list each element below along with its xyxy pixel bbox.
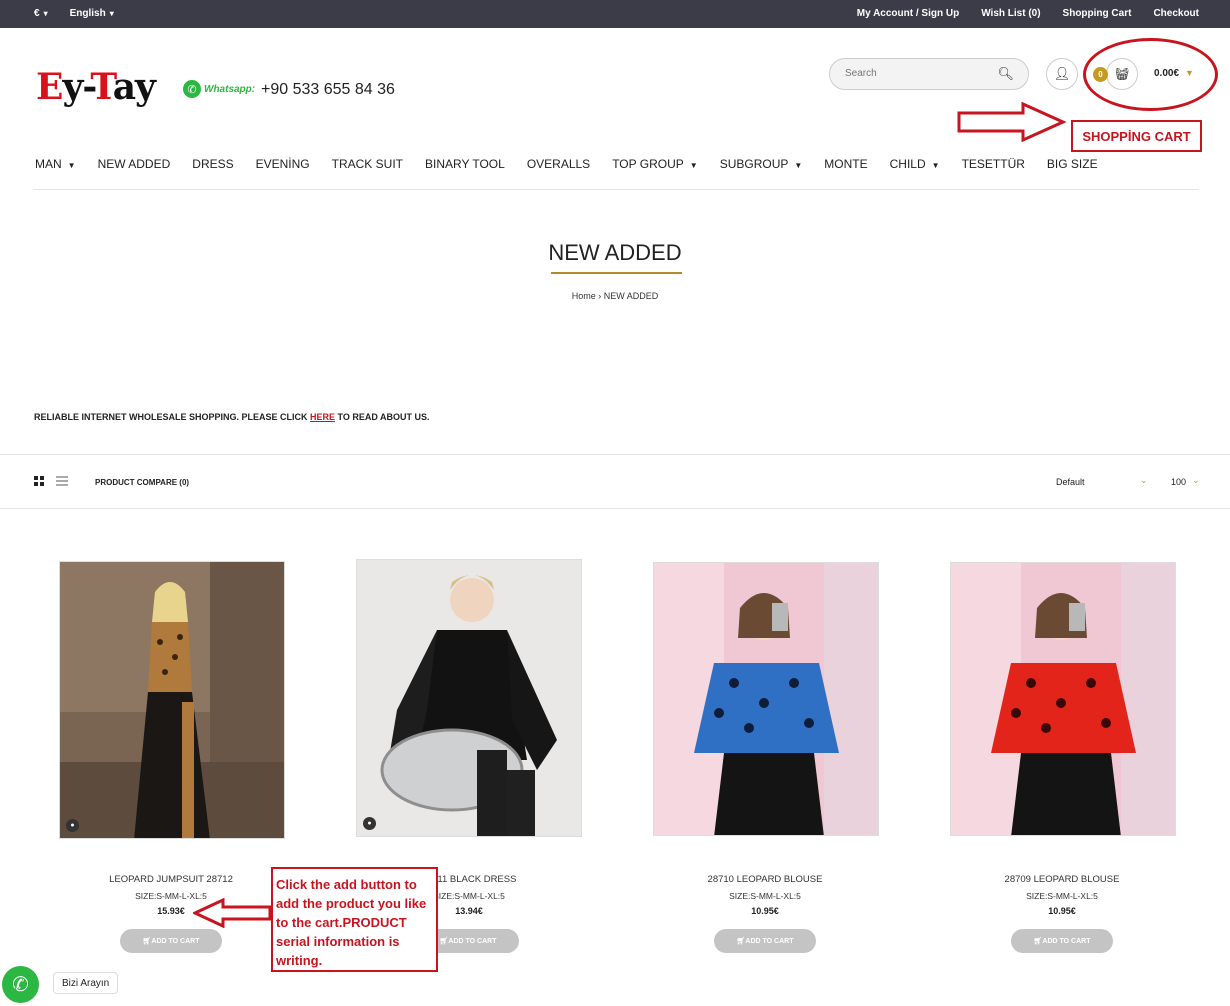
product-image[interactable] (653, 562, 879, 836)
search-box: 🔍︎ (829, 58, 1029, 90)
toolbar-divider-top (0, 454, 1230, 455)
chevron-down-icon: ▾ (43, 9, 48, 18)
wish-list-link[interactable]: Wish List (0) (981, 8, 1040, 19)
nav-item-dress[interactable]: DRESS (192, 157, 233, 171)
annotation-arrow-left (193, 898, 272, 928)
product-name[interactable]: 28709 LEOPARD BLOUSE (949, 874, 1175, 885)
call-us-label[interactable]: Bizi Arayın (53, 972, 119, 994)
product-sizes: SIZE:S-MM-L-XL:5 (1026, 891, 1098, 901)
about-us-link[interactable]: HERE (310, 412, 335, 422)
chevron-down-icon: ▼ (67, 161, 76, 170)
product-image[interactable]: ● (356, 559, 582, 837)
title-underline (551, 272, 682, 274)
annotation-ellipse (1083, 38, 1218, 111)
shopping-cart-link[interactable]: Shopping Cart (1063, 8, 1132, 19)
nav-item-monte[interactable]: MONTE (824, 157, 867, 171)
my-account-link[interactable]: My Account / Sign Up (857, 8, 959, 19)
whatsapp-contact[interactable]: ✆ Whatsapp: (183, 80, 255, 98)
checkout-link[interactable]: Checkout (1153, 8, 1199, 19)
chevron-down-icon: ▼ (931, 161, 940, 170)
logo-text: Ey-Tay (36, 66, 156, 108)
chevron-down-icon: ▼ (689, 161, 698, 170)
chevron-down-icon: ▾ (109, 9, 114, 18)
nav-item-track-suit[interactable]: TRACK SUIT (332, 157, 403, 171)
whatsapp-icon: ✆ (183, 80, 201, 98)
product-image[interactable]: ● (59, 561, 285, 839)
nav-item-big-size[interactable]: BIG SIZE (1047, 157, 1098, 171)
chevron-down-icon: ⌄ (1192, 475, 1200, 485)
user-icon: 👤︎ (1053, 66, 1071, 81)
list-view-icon[interactable] (56, 476, 68, 486)
product-price: 10.95€ (1048, 906, 1076, 916)
quick-view-icon[interactable]: ● (363, 817, 376, 830)
phone-number: +90 533 655 84 36 (261, 81, 395, 98)
nav-item-top-group[interactable]: TOP GROUP ▼ (612, 157, 698, 171)
search-input[interactable] (845, 68, 995, 79)
nav-divider (33, 189, 1199, 190)
nav-item-child[interactable]: CHILD ▼ (890, 157, 940, 171)
annotation-shopping-cart: SHOPPİNG CART (1071, 120, 1202, 152)
product-photo-red-leopard-blouse (951, 563, 1175, 835)
cart-icon: 🛒︎ (1033, 938, 1043, 945)
info-text: RELIABLE INTERNET WHOLESALE SHOPPING. PL… (34, 412, 430, 422)
nav-item-new-added[interactable]: NEW ADDED (98, 157, 171, 171)
breadcrumb: Home › NEW ADDED (0, 291, 1230, 301)
product-name[interactable]: LEOPARD JUMPSUIT 28712 (58, 874, 284, 885)
nav-item-overalls[interactable]: OVERALLS (527, 157, 590, 171)
add-to-cart-button[interactable]: 🛒︎ ADD TO CART (714, 929, 816, 953)
cart-icon: 🛒︎ (439, 938, 449, 945)
whatsapp-label: Whatsapp: (204, 83, 256, 95)
search-icon[interactable]: 🔍︎ (997, 66, 1014, 82)
language-selector[interactable]: English ▾ (70, 8, 114, 19)
add-to-cart-button[interactable]: 🛒︎ ADD TO CART (1011, 929, 1113, 953)
currency-selector[interactable]: € ▾ (34, 8, 48, 19)
annotation-arrow-right (957, 102, 1067, 142)
grid-view-icon[interactable] (34, 476, 44, 486)
chevron-down-icon: ⌄ (1140, 475, 1148, 485)
chevron-down-icon: ▼ (794, 161, 803, 170)
page-title: NEW ADDED (548, 240, 682, 265)
product-name[interactable]: 28710 LEOPARD BLOUSE (652, 874, 878, 885)
cart-icon: 🛒︎ (736, 938, 746, 945)
nav-item-tesettur[interactable]: TESETTÜR (962, 157, 1025, 171)
toolbar-divider-bottom (0, 508, 1230, 509)
product-sizes: SIZE:S-MM-L-XL:5 (729, 891, 801, 901)
top-bar: € ▾ English ▾ My Account / Sign Up Wish Li… (0, 0, 1230, 28)
quick-view-icon[interactable]: ● (66, 819, 79, 832)
product-photo-black-dress (357, 560, 581, 836)
nav-item-binary-tool[interactable]: BINARY TOOL (425, 157, 505, 171)
product-photo-leopard-jumpsuit (60, 562, 284, 838)
breadcrumb-separator: › (598, 291, 602, 301)
nav-item-evening[interactable]: EVENİNG (256, 157, 310, 171)
cart-icon: 🛒︎ (142, 938, 152, 945)
whatsapp-float-button[interactable]: ✆ (2, 966, 39, 1003)
main-nav: MAN ▼ NEW ADDED DRESS EVENİNG TRACK SUIT … (35, 157, 1120, 171)
whatsapp-icon: ✆ (12, 974, 29, 996)
product-price: 10.95€ (751, 906, 779, 916)
annotation-add-note: Click the add button to add the product … (271, 867, 438, 972)
add-to-cart-button[interactable]: 🛒︎ ADD TO CART (120, 929, 222, 953)
nav-item-subgroup[interactable]: SUBGROUP ▼ (720, 157, 803, 171)
product-photo-blue-leopard-blouse (654, 563, 878, 835)
sort-select[interactable]: Default (1056, 477, 1085, 487)
account-button[interactable]: 👤︎ (1046, 58, 1078, 90)
limit-select[interactable]: 100 (1171, 477, 1186, 487)
product-image[interactable] (950, 562, 1176, 836)
site-logo[interactable]: Ey-Tay (36, 66, 156, 108)
breadcrumb-current: NEW ADDED (603, 291, 659, 301)
nav-item-man[interactable]: MAN ▼ (35, 157, 76, 171)
product-compare-link[interactable]: PRODUCT COMPARE (0) (95, 478, 189, 487)
breadcrumb-home[interactable]: Home (572, 291, 596, 301)
